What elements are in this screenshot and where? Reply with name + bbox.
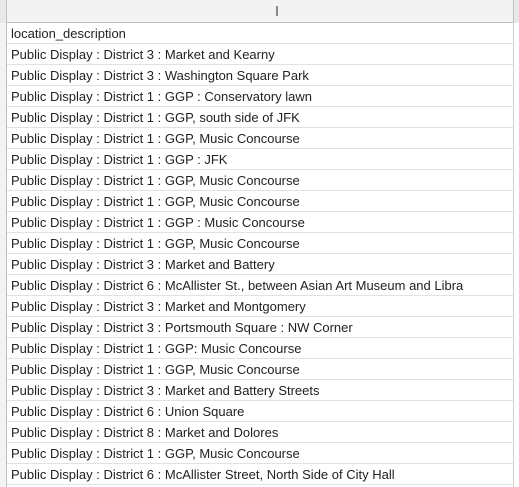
table-cell[interactable]: Public Display : District 1 : GGP : JFK <box>11 149 511 169</box>
table-row[interactable]: Public Display : District 3 : Portsmouth… <box>7 317 513 338</box>
table-row[interactable]: Public Display : District 3 : Market and… <box>7 254 513 275</box>
table-cell[interactable]: Public Display : District 1 : GGP, Music… <box>11 191 511 211</box>
table-cell[interactable]: Public Display : District 3 : Market and… <box>11 380 511 400</box>
header-cell[interactable]: location_description <box>11 23 511 43</box>
table-row[interactable]: Public Display : District 1 : GGP, Music… <box>7 170 513 191</box>
table-cell[interactable]: Public Display : District 1 : GGP, Music… <box>11 128 511 148</box>
column-header[interactable] <box>0 0 519 23</box>
table-cell[interactable]: Public Display : District 6 : McAllister… <box>11 464 511 484</box>
table-cell[interactable]: Public Display : District 1 : GGP, south… <box>11 107 511 127</box>
table-row[interactable]: Public Display : District 1 : GGP, Music… <box>7 191 513 212</box>
table-row[interactable]: Public Display : District 1 : GGP : JFK <box>7 149 513 170</box>
table-cell[interactable]: Public Display : District 1 : GGP : Cons… <box>11 86 511 106</box>
table-row[interactable]: Public Display : District 6 : McAllister… <box>7 275 513 296</box>
table-cell[interactable]: Public Display : District 1 : GGP, Music… <box>11 359 511 379</box>
table-cell[interactable]: Public Display : District 1 : GGP, Music… <box>11 170 511 190</box>
table-cell[interactable]: Public Display : District 3 : Portsmouth… <box>11 317 511 337</box>
table-row[interactable]: Public Display : District 3 : Market and… <box>7 380 513 401</box>
table-cell[interactable]: Public Display : District 8 : Market and… <box>11 422 511 442</box>
table-row[interactable]: Public Display : District 6 : Union Squa… <box>7 401 513 422</box>
row-gutter <box>0 23 7 487</box>
column-cells: location_description Public Display : Di… <box>7 23 513 485</box>
data-rows: Public Display : District 3 : Market and… <box>7 44 513 485</box>
table-row[interactable]: Public Display : District 3 : Market and… <box>7 296 513 317</box>
table-row[interactable]: Public Display : District 1 : GGP, Music… <box>7 233 513 254</box>
header-row[interactable]: location_description <box>7 23 513 44</box>
table-cell[interactable]: Public Display : District 1 : GGP, Music… <box>11 233 511 253</box>
table-row[interactable]: Public Display : District 1 : GGP : Musi… <box>7 212 513 233</box>
table-row[interactable]: Public Display : District 1 : GGP, south… <box>7 107 513 128</box>
table-row[interactable]: Public Display : District 3 : Washington… <box>7 65 513 86</box>
table-row[interactable]: Public Display : District 1 : GGP, Music… <box>7 443 513 464</box>
table-row[interactable]: Public Display : District 1 : GGP, Music… <box>7 128 513 149</box>
table-cell[interactable]: Public Display : District 3 : Washington… <box>11 65 511 85</box>
table-row[interactable]: Public Display : District 3 : Market and… <box>7 44 513 65</box>
table-cell[interactable]: Public Display : District 3 : Market and… <box>11 296 511 316</box>
spreadsheet: location_description Public Display : Di… <box>0 0 519 487</box>
table-cell[interactable]: Public Display : District 6 : Union Squa… <box>11 401 511 421</box>
table-cell[interactable]: Public Display : District 1 : GGP : Musi… <box>11 212 511 232</box>
table-row[interactable]: Public Display : District 1 : GGP, Music… <box>7 359 513 380</box>
table-row[interactable]: Public Display : District 8 : Market and… <box>7 422 513 443</box>
table-cell[interactable]: Public Display : District 3 : Market and… <box>11 44 511 64</box>
table-row[interactable]: Public Display : District 6 : McAllister… <box>7 464 513 485</box>
column-header-right-edge <box>513 0 519 23</box>
column-resize-handle[interactable] <box>276 6 278 16</box>
table-row[interactable]: Public Display : District 1 : GGP: Music… <box>7 338 513 359</box>
next-column-edge <box>513 23 519 487</box>
table-row[interactable]: Public Display : District 1 : GGP : Cons… <box>7 86 513 107</box>
table-cell[interactable]: Public Display : District 1 : GGP, Music… <box>11 443 511 463</box>
table-cell[interactable]: Public Display : District 6 : McAllister… <box>11 275 511 295</box>
column-header-left-edge <box>0 0 7 23</box>
table-cell[interactable]: Public Display : District 3 : Market and… <box>11 254 511 274</box>
table-cell[interactable]: Public Display : District 1 : GGP: Music… <box>11 338 511 358</box>
